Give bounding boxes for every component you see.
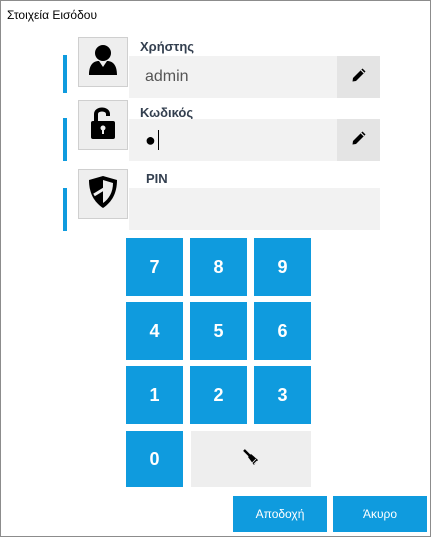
login-dialog: Στοιχεία Εισόδου Χρήστης admin Κωδικός ●…: [0, 0, 431, 537]
password-edit-button[interactable]: [337, 119, 380, 161]
password-field[interactable]: ●: [129, 119, 337, 161]
password-icon-box: [78, 100, 128, 150]
window-title: Στοιχεία Εισόδου: [7, 8, 98, 22]
keypad-key-5[interactable]: 5: [190, 302, 247, 360]
password-label: Κωδικός: [140, 105, 194, 120]
keypad-key-0[interactable]: 0: [126, 431, 183, 487]
pin-icon-box: [78, 169, 128, 219]
keypad-key-4[interactable]: 4: [126, 302, 183, 360]
pencil-icon: [351, 67, 367, 88]
username-icon-box: [78, 37, 128, 87]
username-value: admin: [145, 68, 189, 85]
username-label: Χρήστης: [140, 39, 195, 54]
username-field[interactable]: admin: [129, 56, 337, 98]
keypad-key-2[interactable]: 2: [190, 366, 247, 424]
username-edit-button[interactable]: [337, 56, 380, 98]
keypad-key-7[interactable]: 7: [126, 238, 183, 296]
user-icon: [88, 44, 118, 81]
unlocked-padlock-icon: [90, 106, 116, 145]
keypad-key-6[interactable]: 6: [254, 302, 311, 360]
keypad-key-1[interactable]: 1: [126, 366, 183, 424]
text-caret: [157, 130, 159, 150]
password-masked-value: ●: [145, 130, 156, 150]
pin-field[interactable]: [129, 188, 380, 230]
keypad-clear-button[interactable]: [191, 431, 311, 487]
broom-icon: [242, 448, 260, 471]
pin-accent-bar: [63, 188, 67, 231]
shield-icon: [88, 175, 118, 214]
keypad-key-9[interactable]: 9: [254, 238, 311, 296]
cancel-button[interactable]: Άκυρο: [333, 496, 427, 532]
accept-button[interactable]: Αποδοχή: [233, 496, 327, 532]
pencil-icon: [351, 130, 367, 151]
username-accent-bar: [63, 55, 67, 93]
keypad-key-3[interactable]: 3: [254, 366, 311, 424]
pin-label: PIN: [146, 171, 168, 186]
password-accent-bar: [63, 118, 67, 161]
keypad-key-8[interactable]: 8: [190, 238, 247, 296]
